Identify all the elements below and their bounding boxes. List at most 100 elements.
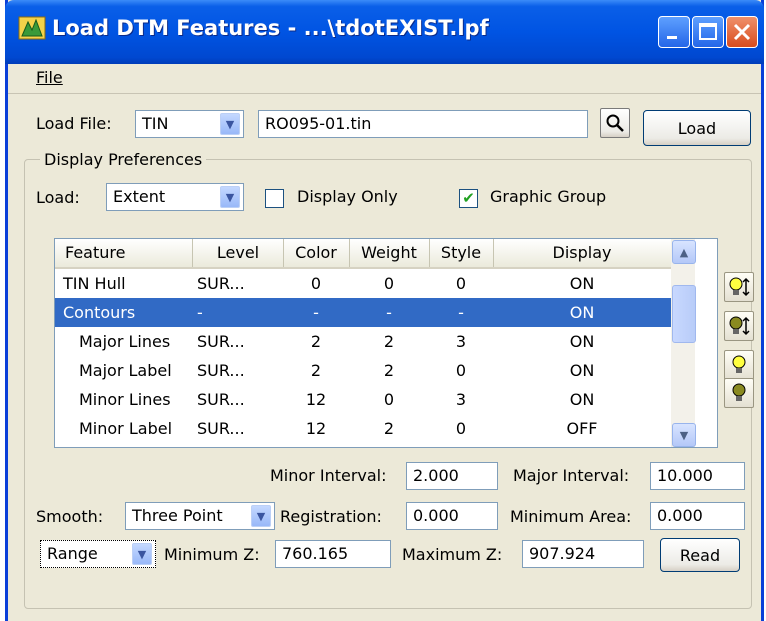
display-only-checkbox[interactable]: [265, 189, 284, 208]
chevron-down-icon[interactable]: ▼: [251, 505, 271, 527]
cell-color: 2: [310, 332, 322, 351]
maximum-z-input[interactable]: 907.924: [522, 540, 644, 568]
lightbulb-sort-off-button[interactable]: [724, 311, 754, 341]
cell-style: 0: [455, 274, 467, 293]
cell-display: ON: [569, 274, 595, 293]
maximize-button[interactable]: [692, 16, 724, 48]
cell-level: SUR...: [197, 332, 245, 351]
cell-level: SUR...: [197, 390, 245, 409]
lightbulb-off-icon: [732, 383, 746, 401]
cell-feature: Minor Label: [79, 419, 173, 438]
menu-file[interactable]: File: [36, 68, 63, 87]
table-row[interactable]: Minor Label SUR... 12 2 0 OFF: [55, 414, 671, 443]
read-button[interactable]: Read: [660, 538, 740, 572]
cell-display: ON: [569, 332, 595, 351]
minor-interval-input[interactable]: 2.000: [406, 462, 498, 490]
major-interval-input[interactable]: 10.000: [650, 462, 745, 490]
header-level[interactable]: Level: [193, 239, 284, 267]
feature-table[interactable]: Feature Level Color Weight Style Display…: [54, 238, 718, 448]
cell-color: -: [313, 303, 319, 322]
close-button[interactable]: [726, 16, 758, 48]
cell-style: 0: [455, 361, 467, 380]
header-display[interactable]: Display: [493, 239, 672, 267]
header-style[interactable]: Style: [429, 239, 494, 267]
lightbulb-on-button[interactable]: [724, 350, 754, 380]
cell-level: SUR...: [197, 361, 245, 380]
minor-interval-label: Minor Interval:: [270, 466, 387, 485]
cell-level: SUR...: [197, 419, 245, 438]
cell-style: 3: [455, 332, 467, 351]
header-weight[interactable]: Weight: [349, 239, 430, 267]
lightbulb-on-icon: [732, 355, 746, 373]
cell-style: 0: [455, 419, 467, 438]
cell-weight: 2: [383, 361, 395, 380]
cell-weight: 2: [383, 332, 395, 351]
display-only-label: Display Only: [297, 187, 398, 206]
minimum-z-input[interactable]: 760.165: [275, 540, 391, 568]
lightbulb-sort-on-button[interactable]: [724, 272, 754, 302]
cell-feature: Major Label: [79, 361, 172, 380]
cell-color: 12: [305, 419, 327, 438]
table-row[interactable]: Contours - - - - ON: [55, 298, 671, 327]
lightbulb-sort-on-icon: [729, 277, 750, 297]
cell-display: ON: [569, 390, 595, 409]
registration-input[interactable]: 0.000: [406, 502, 498, 530]
cell-level: SUR...: [197, 274, 245, 293]
cell-display: OFF: [566, 419, 598, 438]
cell-style: 3: [455, 390, 467, 409]
window-title: Load DTM Features - ...\tdotEXIST.lpf: [52, 16, 489, 40]
header-color[interactable]: Color: [283, 239, 350, 267]
display-preferences-title: Display Preferences: [40, 150, 207, 169]
load-extent-value: Extent: [113, 187, 166, 206]
load-button[interactable]: Load: [643, 110, 751, 146]
chevron-down-icon[interactable]: ▼: [220, 186, 240, 208]
search-icon: [606, 114, 624, 132]
minimum-area-label: Minimum Area:: [510, 507, 632, 526]
header-feature[interactable]: Feature: [55, 239, 193, 267]
chevron-down-icon[interactable]: ▼: [132, 543, 152, 565]
maximum-z-label: Maximum Z:: [402, 545, 503, 564]
cell-weight: -: [386, 303, 392, 322]
table-row[interactable]: Major Lines SUR... 2 2 3 ON: [55, 327, 671, 356]
cell-weight: 2: [383, 419, 395, 438]
cell-display: ON: [569, 361, 595, 380]
scroll-thumb[interactable]: [672, 285, 696, 343]
cell-weight: 0: [383, 274, 395, 293]
smooth-value: Three Point: [132, 506, 223, 525]
lightbulb-off-button[interactable]: [724, 378, 754, 408]
table-row[interactable]: TIN Hull SUR... 0 0 0 ON: [55, 269, 671, 298]
graphic-group-label: Graphic Group: [490, 187, 607, 206]
cell-style: -: [458, 303, 464, 322]
minimize-button[interactable]: [658, 16, 690, 48]
cell-weight: 0: [383, 390, 395, 409]
minimum-area-input[interactable]: 0.000: [650, 502, 745, 530]
cell-display: ON: [569, 303, 595, 322]
app-icon[interactable]: [18, 14, 46, 42]
scroll-up-icon[interactable]: ▲: [672, 240, 696, 264]
cell-color: 2: [310, 361, 322, 380]
table-row[interactable]: Major Label SUR... 2 2 0 ON: [55, 356, 671, 385]
scroll-down-icon[interactable]: ▼: [672, 423, 696, 447]
registration-label: Registration:: [280, 507, 382, 526]
cell-level: -: [197, 303, 203, 322]
load-file-type-value: TIN: [142, 114, 169, 133]
cell-feature: Contours: [63, 303, 136, 322]
load-file-label: Load File:: [36, 114, 112, 133]
minimize-icon: [667, 36, 677, 39]
table-row[interactable]: Minor Lines SUR... 12 0 3 ON: [55, 385, 671, 414]
table-scrollbar[interactable]: ▲ ▼: [671, 239, 696, 447]
table-header: Feature Level Color Weight Style Display: [55, 239, 672, 269]
major-interval-label: Major Interval:: [513, 466, 630, 485]
cell-feature: Major Lines: [79, 332, 171, 351]
cell-color: 12: [305, 390, 327, 409]
range-mode-value: Range: [47, 544, 98, 563]
load-file-path-input[interactable]: RO095-01.tin: [258, 110, 588, 138]
load-label: Load:: [36, 188, 80, 207]
chevron-down-icon[interactable]: ▼: [220, 113, 240, 135]
cell-feature: TIN Hull: [63, 274, 126, 293]
close-icon: [733, 23, 751, 41]
load-file-path-value: RO095-01.tin: [265, 114, 372, 133]
browse-button[interactable]: [600, 108, 630, 138]
graphic-group-checkbox[interactable]: ✔: [459, 189, 478, 208]
smooth-label: Smooth:: [36, 507, 104, 526]
